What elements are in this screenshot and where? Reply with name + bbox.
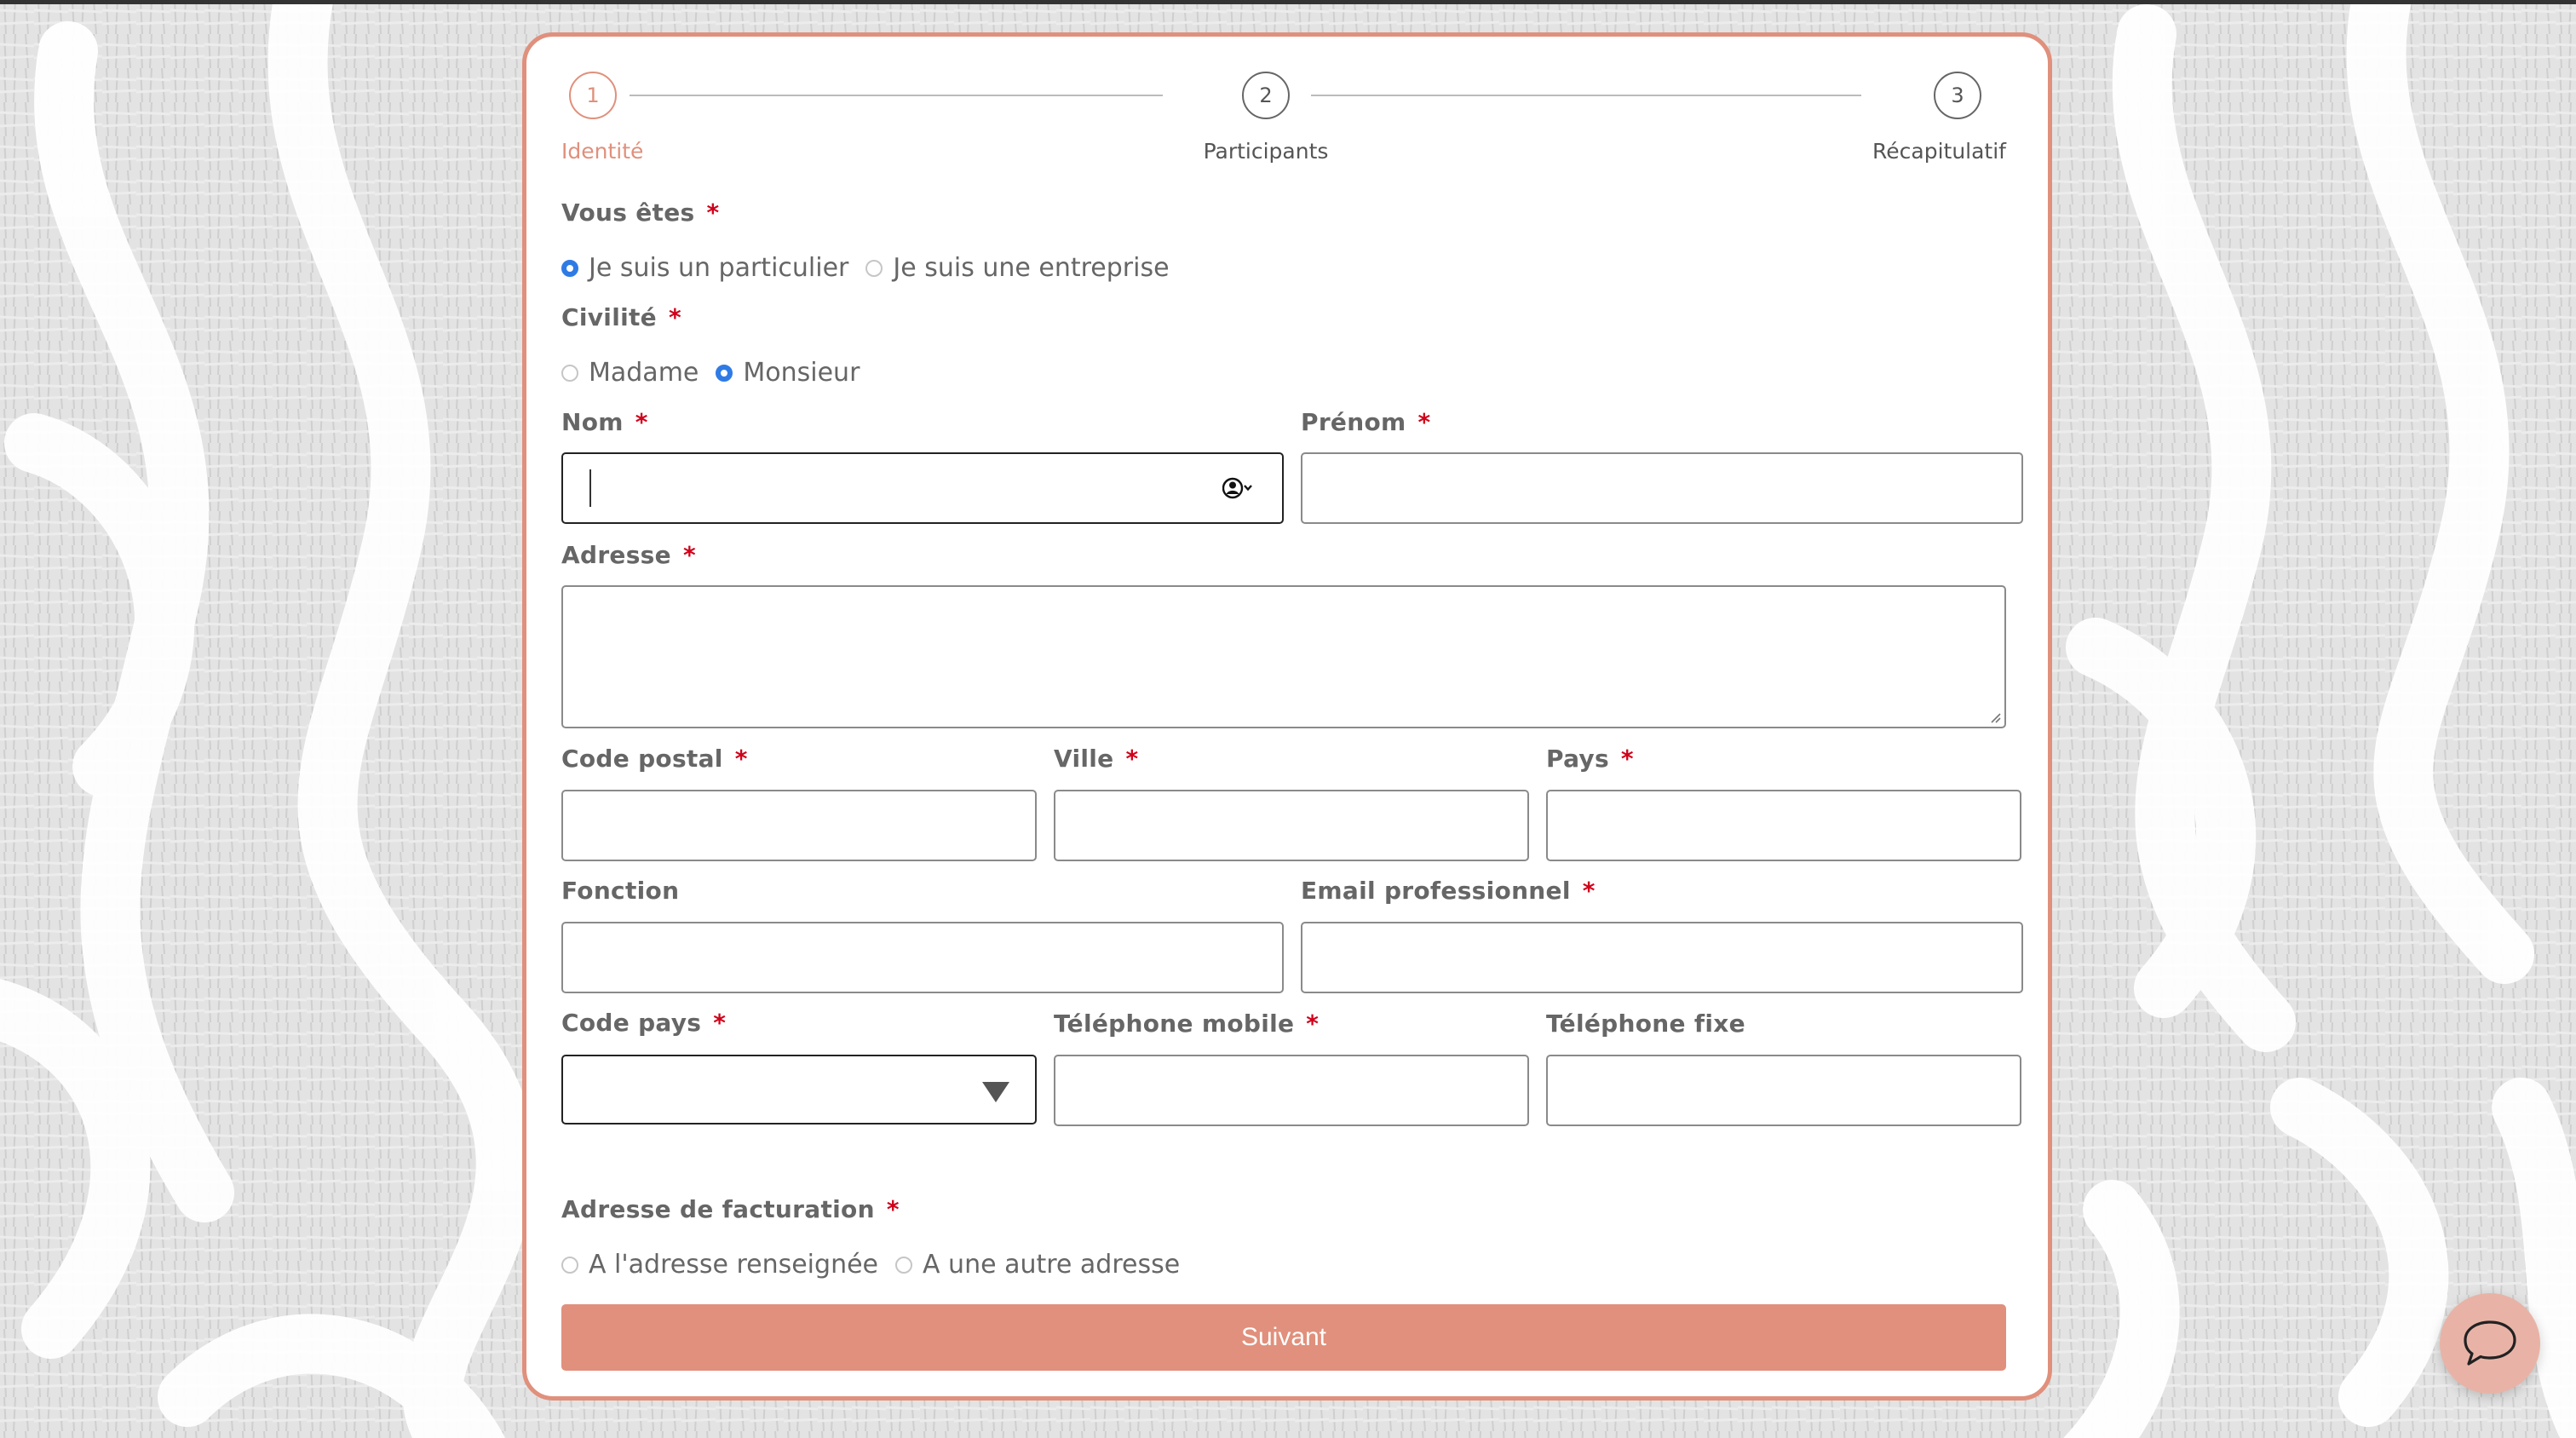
radio-madame-label: Madame bbox=[589, 358, 699, 388]
code-postal-text: Code postal bbox=[561, 745, 723, 773]
facturation-radio-group: A l'adresse renseignée A une autre adres… bbox=[561, 1250, 1197, 1280]
prenom-input[interactable] bbox=[1301, 452, 2023, 524]
fonction-input[interactable] bbox=[561, 922, 1284, 993]
radio-entreprise-label: Je suis une entreprise bbox=[893, 253, 1170, 283]
radio-particulier-label: Je suis un particulier bbox=[589, 253, 849, 283]
vous-etes-label: Vous êtes * bbox=[561, 198, 719, 227]
step-2-label: Participants bbox=[1203, 139, 1329, 164]
required-marker: * bbox=[635, 408, 648, 436]
vous-etes-text: Vous êtes bbox=[561, 198, 695, 227]
email-input[interactable] bbox=[1301, 922, 2023, 993]
next-button[interactable]: Suivant bbox=[561, 1304, 2006, 1371]
radio-monsieur[interactable]: Monsieur bbox=[716, 358, 860, 388]
ville-label: Ville * bbox=[1054, 745, 1138, 773]
registration-form-card: 1 2 3 Identité Participants Récapitulati… bbox=[522, 32, 2052, 1401]
contact-autofill-icon[interactable] bbox=[1222, 476, 1253, 500]
chevron-down-icon bbox=[982, 1082, 1009, 1102]
radio-entreprise[interactable]: Je suis une entreprise bbox=[865, 253, 1170, 283]
required-marker: * bbox=[734, 745, 748, 773]
required-marker: * bbox=[1582, 877, 1596, 905]
tel-mobile-input[interactable] bbox=[1054, 1055, 1529, 1126]
adresse-label: Adresse * bbox=[561, 541, 696, 569]
email-text: Email professionnel bbox=[1301, 877, 1571, 905]
required-marker: * bbox=[1417, 408, 1431, 436]
ville-text: Ville bbox=[1054, 745, 1114, 773]
step-1-number: 1 bbox=[586, 83, 600, 107]
tel-mobile-label: Téléphone mobile * bbox=[1054, 1009, 1319, 1038]
step-2-number: 2 bbox=[1259, 83, 1273, 107]
top-border bbox=[0, 0, 2576, 4]
adresse-text: Adresse bbox=[561, 541, 671, 569]
tel-fixe-input[interactable] bbox=[1546, 1055, 2021, 1126]
required-marker: * bbox=[1125, 745, 1139, 773]
civilite-text: Civilité bbox=[561, 303, 657, 331]
radio-madame-control[interactable] bbox=[561, 364, 578, 382]
chat-bubble-icon bbox=[2464, 1320, 2516, 1366]
step-3-number: 3 bbox=[1951, 83, 1964, 107]
step-connector-1 bbox=[630, 95, 1163, 96]
fonction-label: Fonction bbox=[561, 877, 679, 905]
resize-handle-icon[interactable] bbox=[1989, 711, 2001, 723]
civilite-label: Civilité * bbox=[561, 303, 681, 331]
radio-autre-adresse-label: A une autre adresse bbox=[923, 1250, 1181, 1280]
code-postal-input[interactable] bbox=[561, 790, 1037, 861]
pays-text: Pays bbox=[1546, 745, 1609, 773]
step-3-label: Récapitulatif bbox=[1872, 139, 2006, 164]
radio-autre-adresse[interactable]: A une autre adresse bbox=[895, 1250, 1180, 1280]
contact-autofill-icon-svg bbox=[1222, 477, 1252, 499]
chat-widget-button[interactable] bbox=[2440, 1293, 2540, 1394]
pays-input[interactable] bbox=[1546, 790, 2021, 861]
step-connector-2 bbox=[1311, 95, 1861, 96]
nom-label: Nom * bbox=[561, 408, 648, 436]
step-2-circle[interactable]: 2 bbox=[1242, 72, 1290, 119]
required-marker: * bbox=[886, 1195, 900, 1223]
radio-particulier[interactable]: Je suis un particulier bbox=[561, 253, 848, 283]
code-postal-label: Code postal * bbox=[561, 745, 748, 773]
radio-particulier-control[interactable] bbox=[561, 259, 578, 277]
nom-text: Nom bbox=[561, 408, 624, 436]
required-marker: * bbox=[668, 303, 681, 331]
facturation-text: Adresse de facturation bbox=[561, 1195, 875, 1223]
tel-fixe-text: Téléphone fixe bbox=[1546, 1009, 1745, 1038]
step-1-circle[interactable]: 1 bbox=[569, 72, 617, 119]
radio-madame[interactable]: Madame bbox=[561, 358, 699, 388]
code-pays-select[interactable] bbox=[561, 1055, 1037, 1125]
tel-mobile-text: Téléphone mobile bbox=[1054, 1009, 1295, 1038]
fonction-text: Fonction bbox=[561, 877, 680, 905]
text-caret bbox=[589, 469, 591, 507]
pays-label: Pays * bbox=[1546, 745, 1634, 773]
prenom-text: Prénom bbox=[1301, 408, 1406, 436]
step-1-label: Identité bbox=[561, 139, 644, 164]
radio-monsieur-label: Monsieur bbox=[743, 358, 860, 388]
required-marker: * bbox=[682, 541, 696, 569]
radio-adresse-renseignee-control[interactable] bbox=[561, 1256, 578, 1274]
vous-etes-radio-group: Je suis un particulier Je suis une entre… bbox=[561, 253, 1187, 283]
required-marker: * bbox=[1306, 1009, 1320, 1038]
radio-monsieur-control[interactable] bbox=[716, 364, 733, 382]
step-3-circle[interactable]: 3 bbox=[1934, 72, 1981, 119]
required-marker: * bbox=[1620, 745, 1634, 773]
required-marker: * bbox=[706, 198, 720, 227]
adresse-textarea[interactable] bbox=[561, 585, 2006, 728]
required-marker: * bbox=[713, 1009, 727, 1037]
tel-fixe-label: Téléphone fixe bbox=[1546, 1009, 1745, 1038]
civilite-radio-group: Madame Monsieur bbox=[561, 358, 877, 388]
radio-entreprise-control[interactable] bbox=[865, 259, 883, 277]
facturation-label: Adresse de facturation * bbox=[561, 1195, 900, 1223]
radio-adresse-renseignee[interactable]: A l'adresse renseignée bbox=[561, 1250, 878, 1280]
code-pays-label: Code pays * bbox=[561, 1009, 726, 1037]
radio-autre-adresse-control[interactable] bbox=[895, 1256, 912, 1274]
ville-input[interactable] bbox=[1054, 790, 1529, 861]
radio-adresse-renseignee-label: A l'adresse renseignée bbox=[589, 1250, 878, 1280]
prenom-label: Prénom * bbox=[1301, 408, 1430, 436]
code-pays-text: Code pays bbox=[561, 1009, 702, 1037]
email-label: Email professionnel * bbox=[1301, 877, 1596, 905]
nom-input[interactable] bbox=[561, 452, 1284, 524]
